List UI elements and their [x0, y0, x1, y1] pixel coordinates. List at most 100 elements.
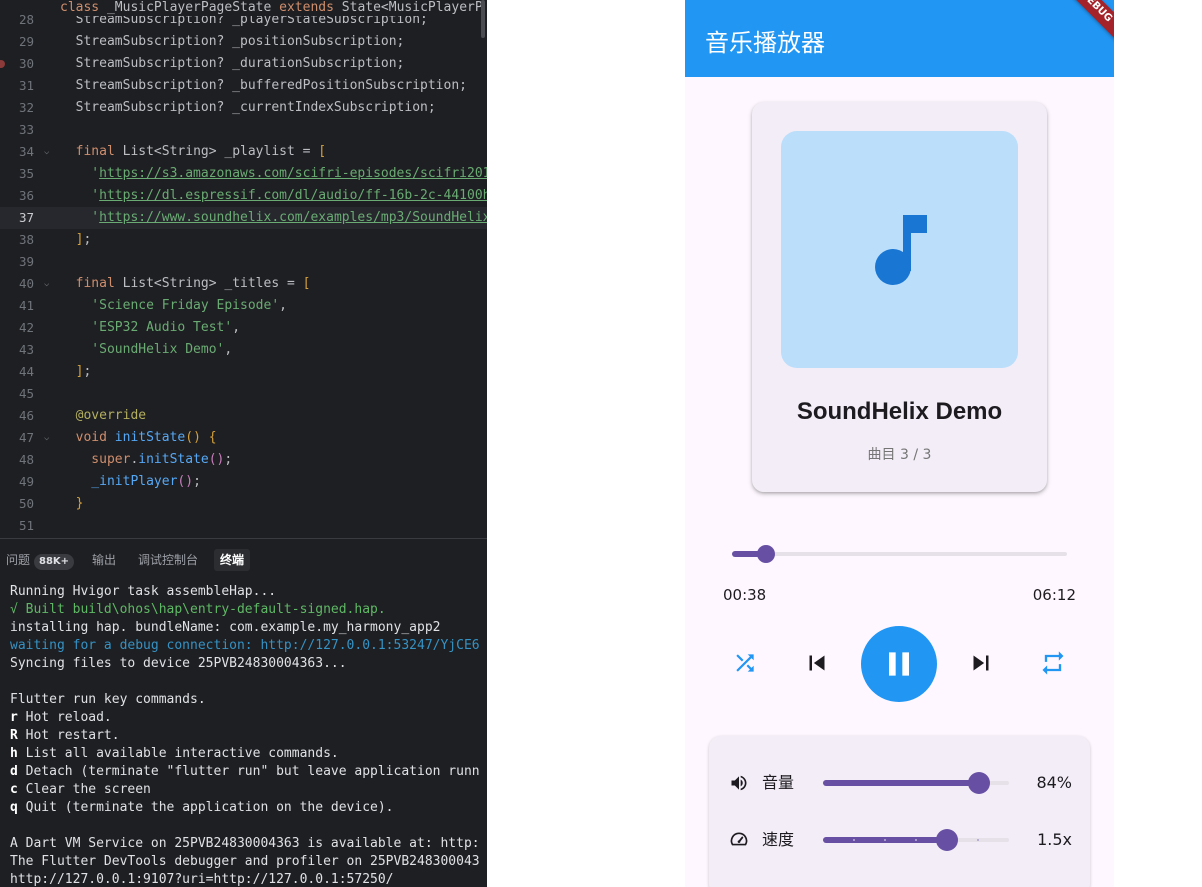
speed-slider[interactable] [823, 829, 1009, 851]
code-line[interactable]: 47 ⌵ void initState() { [0, 427, 487, 449]
progress-slider[interactable] [732, 545, 1067, 563]
fold-chevron-icon[interactable]: ⌵ [44, 273, 49, 295]
terminal-key: q [10, 800, 18, 815]
code-line[interactable]: 38 ]; [0, 229, 487, 251]
desktop-background [487, 0, 685, 887]
code-text: ]; [60, 229, 92, 251]
code-line[interactable]: 50 } [0, 493, 487, 515]
editor-scrollbar[interactable] [481, 0, 485, 38]
terminal-output[interactable]: Running Hvigor task assembleHap... √ Buil… [10, 583, 487, 887]
code-line[interactable]: 33 [0, 119, 487, 141]
code-text: } [60, 493, 84, 515]
code-token: void [60, 430, 115, 445]
code-line[interactable]: 49 _initPlayer(); [0, 471, 487, 493]
terminal-line: √ Built build\ohos\hap\entry-default-sig… [10, 601, 487, 619]
code-text: final List<String> _titles = [ [60, 273, 311, 295]
terminal-text: http://127.0.0.1:9107?uri=http://127.0.0… [10, 872, 394, 887]
line-number: 40 [18, 276, 34, 291]
code-line[interactable]: 42 'ESP32 Audio Test', [0, 317, 487, 339]
code-line[interactable]: 31 StreamSubscription? _bufferedPosition… [0, 75, 487, 97]
code-token: , [224, 342, 233, 357]
code-line[interactable]: 46 @override [0, 405, 487, 427]
code-line[interactable]: 39 [0, 251, 487, 273]
terminal-text: Clear the screen [17, 782, 151, 797]
code-line[interactable]: 34 ⌵ final List<String> _playlist = [ [0, 141, 487, 163]
volume-thumb[interactable] [968, 772, 991, 794]
next-button[interactable] [961, 643, 1001, 683]
line-number: 30 [18, 56, 34, 71]
code-line[interactable]: 40 ⌵ final List<String> _titles = [ [0, 273, 487, 295]
code-line[interactable]: 37 'https://www.soundhelix.com/examples/… [0, 207, 487, 229]
code-line[interactable]: 41 'Science Friday Episode', [0, 295, 487, 317]
code-token: [ [318, 144, 327, 159]
repeat-icon [1042, 651, 1064, 675]
line-number: 29 [18, 34, 34, 49]
panel-tabs: 问题 88K+ 输出 调试控制台 终端 [0, 547, 487, 573]
terminal-line: http://127.0.0.1:9107?uri=http://127.0.0… [10, 871, 487, 887]
terminal-line: r Hot reload. [10, 709, 487, 727]
line-number: 49 [18, 474, 34, 489]
shuffle-icon [736, 654, 754, 672]
terminal-key: h [10, 746, 18, 761]
code-text: StreamSubscription? _bufferedPositionSub… [60, 75, 467, 97]
line-number: 50 [18, 496, 34, 511]
code-line[interactable]: 44 ]; [0, 361, 487, 383]
tab-output[interactable]: 输出 [86, 549, 122, 571]
tab-problems[interactable]: 问题 88K+ [0, 549, 80, 571]
terminal-line: Syncing files to device 25PVB24830004363… [10, 655, 487, 673]
code-line[interactable]: 35 'https://s3.amazonaws.com/scifri-epis… [0, 163, 487, 185]
code-text: 'https://dl.espressif.com/dl/audio/ff-16… [60, 185, 487, 207]
code-line[interactable]: 48 super.initState(); [0, 449, 487, 471]
app-bar: 音乐播放器 DEBUG [685, 0, 1114, 77]
code-token: ] [60, 232, 84, 247]
volume-slider[interactable] [823, 772, 1009, 794]
volume-fill [823, 780, 980, 786]
code-token: , [232, 320, 241, 335]
line-number: 33 [18, 122, 34, 137]
slider-tick [853, 839, 855, 841]
terminal-text: Syncing files to device 25PVB24830004363… [10, 656, 347, 671]
line-number: 43 [18, 342, 34, 357]
tab-debug-console[interactable]: 调试控制台 [132, 549, 204, 571]
code-text: StreamSubscription? _durationSubscriptio… [60, 53, 405, 75]
fold-chevron-icon[interactable]: ⌵ [44, 427, 49, 449]
code-token: super [60, 452, 131, 467]
code-text: 'https://s3.amazonaws.com/scifri-episode… [60, 163, 487, 185]
fold-chevron-icon[interactable]: ⌵ [44, 141, 49, 163]
skip-previous-icon [809, 655, 825, 671]
repeat-button[interactable] [1033, 643, 1073, 683]
code-token: initState [114, 430, 186, 445]
code-token: List<String> _playlist = [122, 144, 319, 159]
code-text: super.initState(); [60, 449, 232, 471]
speed-row: 速度 1.5x [709, 825, 1090, 855]
code-text: ]; [60, 361, 92, 383]
speed-thumb[interactable] [936, 829, 959, 851]
shuffle-button[interactable] [725, 643, 765, 683]
previous-button[interactable] [797, 643, 837, 683]
sticky-class-header: class _MusicPlayerPageState extends Stat… [60, 0, 483, 16]
code-token: ; [224, 452, 233, 467]
terminal-key: R [10, 728, 18, 743]
terminal-text: Quit (terminate the application on the d… [17, 800, 394, 815]
code-token: 'Science Friday Episode' [60, 298, 280, 313]
line-number: 48 [18, 452, 34, 467]
code-line[interactable]: 43 'SoundHelix Demo', [0, 339, 487, 361]
pause-button[interactable] [861, 626, 937, 702]
code-line[interactable]: 32 StreamSubscription? _currentIndexSubs… [0, 97, 487, 119]
code-line[interactable]: 45 [0, 383, 487, 405]
code-token: () [185, 430, 201, 445]
code-line[interactable]: 29 StreamSubscription? _positionSubscrip… [0, 31, 487, 53]
code-line[interactable]: 36 'https://dl.espressif.com/dl/audio/ff… [0, 185, 487, 207]
code-token: () [208, 452, 225, 467]
ide-window: 28 StreamSubscription? _playerStateSubsc… [0, 0, 487, 887]
tab-terminal[interactable]: 终端 [214, 549, 251, 571]
code-token: StreamSubscription? _positionSubscriptio… [60, 34, 405, 49]
code-line[interactable]: 51 [0, 515, 487, 537]
code-token: , [279, 298, 287, 313]
progress-thumb[interactable] [757, 545, 776, 563]
code-token: https://www.soundhelix.com/examples/mp3/… [99, 210, 487, 225]
code-editor[interactable]: 28 StreamSubscription? _playerStateSubsc… [0, 0, 487, 538]
code-text: @override [60, 405, 146, 427]
code-line[interactable]: 30 StreamSubscription? _durationSubscrip… [0, 53, 487, 75]
